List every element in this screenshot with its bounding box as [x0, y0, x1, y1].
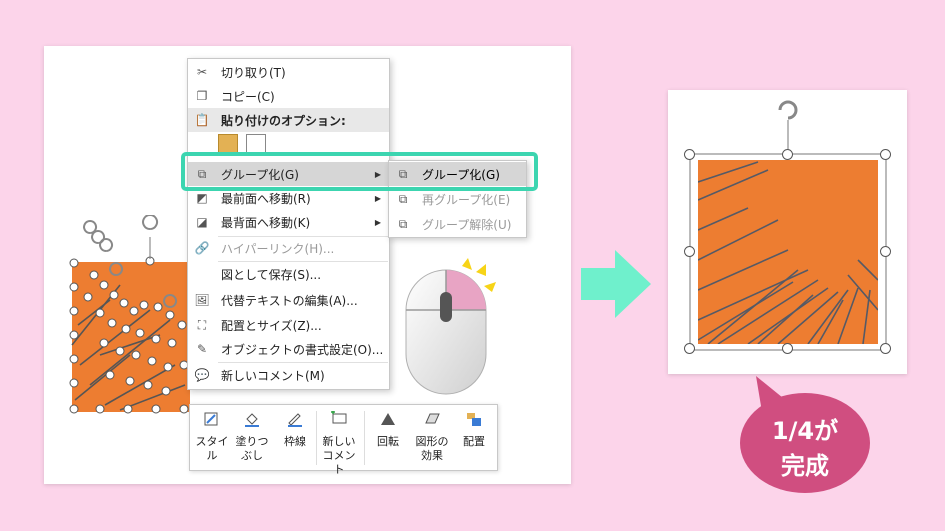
- size-icon: ⛶: [197, 317, 207, 332]
- ungroup-icon: ⧉: [398, 216, 408, 231]
- copy-icon: ❐: [196, 89, 208, 103]
- toolbar-separator: [316, 411, 317, 465]
- callout-bubble: 1/4が 完成: [740, 393, 870, 493]
- style-button[interactable]: スタイル: [194, 411, 230, 463]
- style-icon: [204, 412, 218, 426]
- resize-handle-left[interactable]: [684, 246, 695, 257]
- rotate-button[interactable]: 回転: [370, 411, 406, 449]
- outline-button[interactable]: 枠線: [278, 411, 312, 449]
- selection-handles-cluster: [69, 215, 189, 414]
- picture-icon: 🖼: [194, 293, 210, 307]
- resize-handle-bottom-left[interactable]: [684, 343, 695, 354]
- menu-item-hyperlink: 🔗 ハイパーリンク(H)...: [194, 241, 335, 256]
- comment-plus-icon: [331, 410, 347, 424]
- submenu-arrow-icon: ▶: [374, 193, 381, 203]
- rotate-icon: [381, 413, 395, 425]
- scissors-icon: ✂: [196, 65, 208, 79]
- fill-button[interactable]: 塗りつ ぶし: [234, 411, 270, 463]
- submenu-arrow-icon: ▶: [374, 217, 381, 227]
- resize-handle-bottom-right[interactable]: [880, 343, 891, 354]
- paste-options-header: 📋 貼り付けのオプション:: [188, 108, 389, 132]
- arrange-button[interactable]: 配置: [456, 411, 492, 449]
- right-arrow-icon: [581, 250, 651, 318]
- menu-item-save-as-picture[interactable]: 図として保存(S)...: [188, 262, 389, 286]
- pen-icon: [288, 413, 302, 427]
- resize-handle-top-left[interactable]: [684, 149, 695, 160]
- menu-item-cut[interactable]: ✂ 切り取り(T): [188, 60, 389, 84]
- effects-icon: [425, 413, 440, 424]
- context-menu: ✂ 切り取り(T) ❐ コピー(C) 📋 貼り付けのオプション: ⧉ グループ化…: [187, 58, 390, 390]
- send-back-icon: ◪: [196, 215, 208, 229]
- mini-toolbar: スタイル 塗りつ ぶし 枠線 新しい コメント 回転 図形の 効果 配置: [189, 404, 498, 476]
- comment-icon: 💬: [194, 368, 210, 382]
- format-icon: ✎: [196, 342, 208, 356]
- selection-frame: [689, 100, 887, 351]
- paste-icon: 📋: [194, 113, 210, 127]
- menu-item-copy[interactable]: ❐ コピー(C): [188, 84, 389, 108]
- resize-handle-top[interactable]: [782, 149, 793, 160]
- menu-separator: [218, 362, 388, 363]
- menu-item-format-object[interactable]: ✎ オブジェクトの書式設定(O)...: [188, 337, 389, 361]
- fill-bucket-icon: [245, 413, 259, 427]
- group-highlight-box: [181, 152, 538, 191]
- arrange-icon: [467, 413, 481, 426]
- resize-handle-right[interactable]: [880, 246, 891, 257]
- menu-separator: [218, 261, 388, 262]
- menu-item-new-comment[interactable]: 💬 新しいコメント(M): [188, 363, 389, 387]
- menu-item-send-back[interactable]: ◪ 最背面へ移動(K) ▶: [188, 210, 389, 234]
- menu-item-alt-text[interactable]: 🖼 代替テキストの編集(A)...: [188, 288, 389, 312]
- regroup-icon: ⧉: [398, 191, 408, 206]
- resize-handle-bottom[interactable]: [782, 343, 793, 354]
- link-icon: 🔗: [194, 241, 210, 255]
- effects-button[interactable]: 図形の 効果: [412, 411, 452, 463]
- menu-separator: [218, 236, 388, 237]
- mouse-illustration: [405, 258, 496, 395]
- toolbar-separator: [364, 411, 365, 465]
- menu-item-size-position[interactable]: ⛶ 配置とサイズ(Z)...: [188, 313, 389, 337]
- resize-handle-top-right[interactable]: [880, 149, 891, 160]
- bring-front-icon: ◩: [196, 191, 208, 205]
- submenu-item-ungroup: ⧉ グループ解除(U): [389, 212, 526, 236]
- new-comment-button[interactable]: 新しい コメント: [319, 410, 359, 477]
